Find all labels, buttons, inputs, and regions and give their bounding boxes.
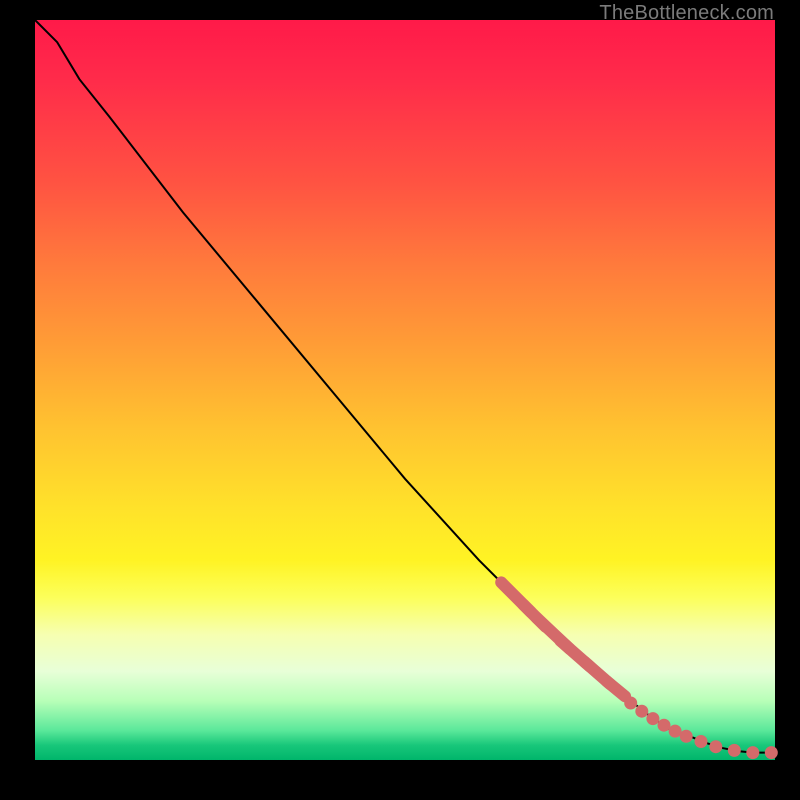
plot-area [35, 20, 775, 760]
curve-markers [501, 582, 777, 758]
curve-line [35, 20, 775, 753]
chart-stage: TheBottleneck.com [0, 0, 800, 800]
chart-svg [35, 20, 775, 760]
